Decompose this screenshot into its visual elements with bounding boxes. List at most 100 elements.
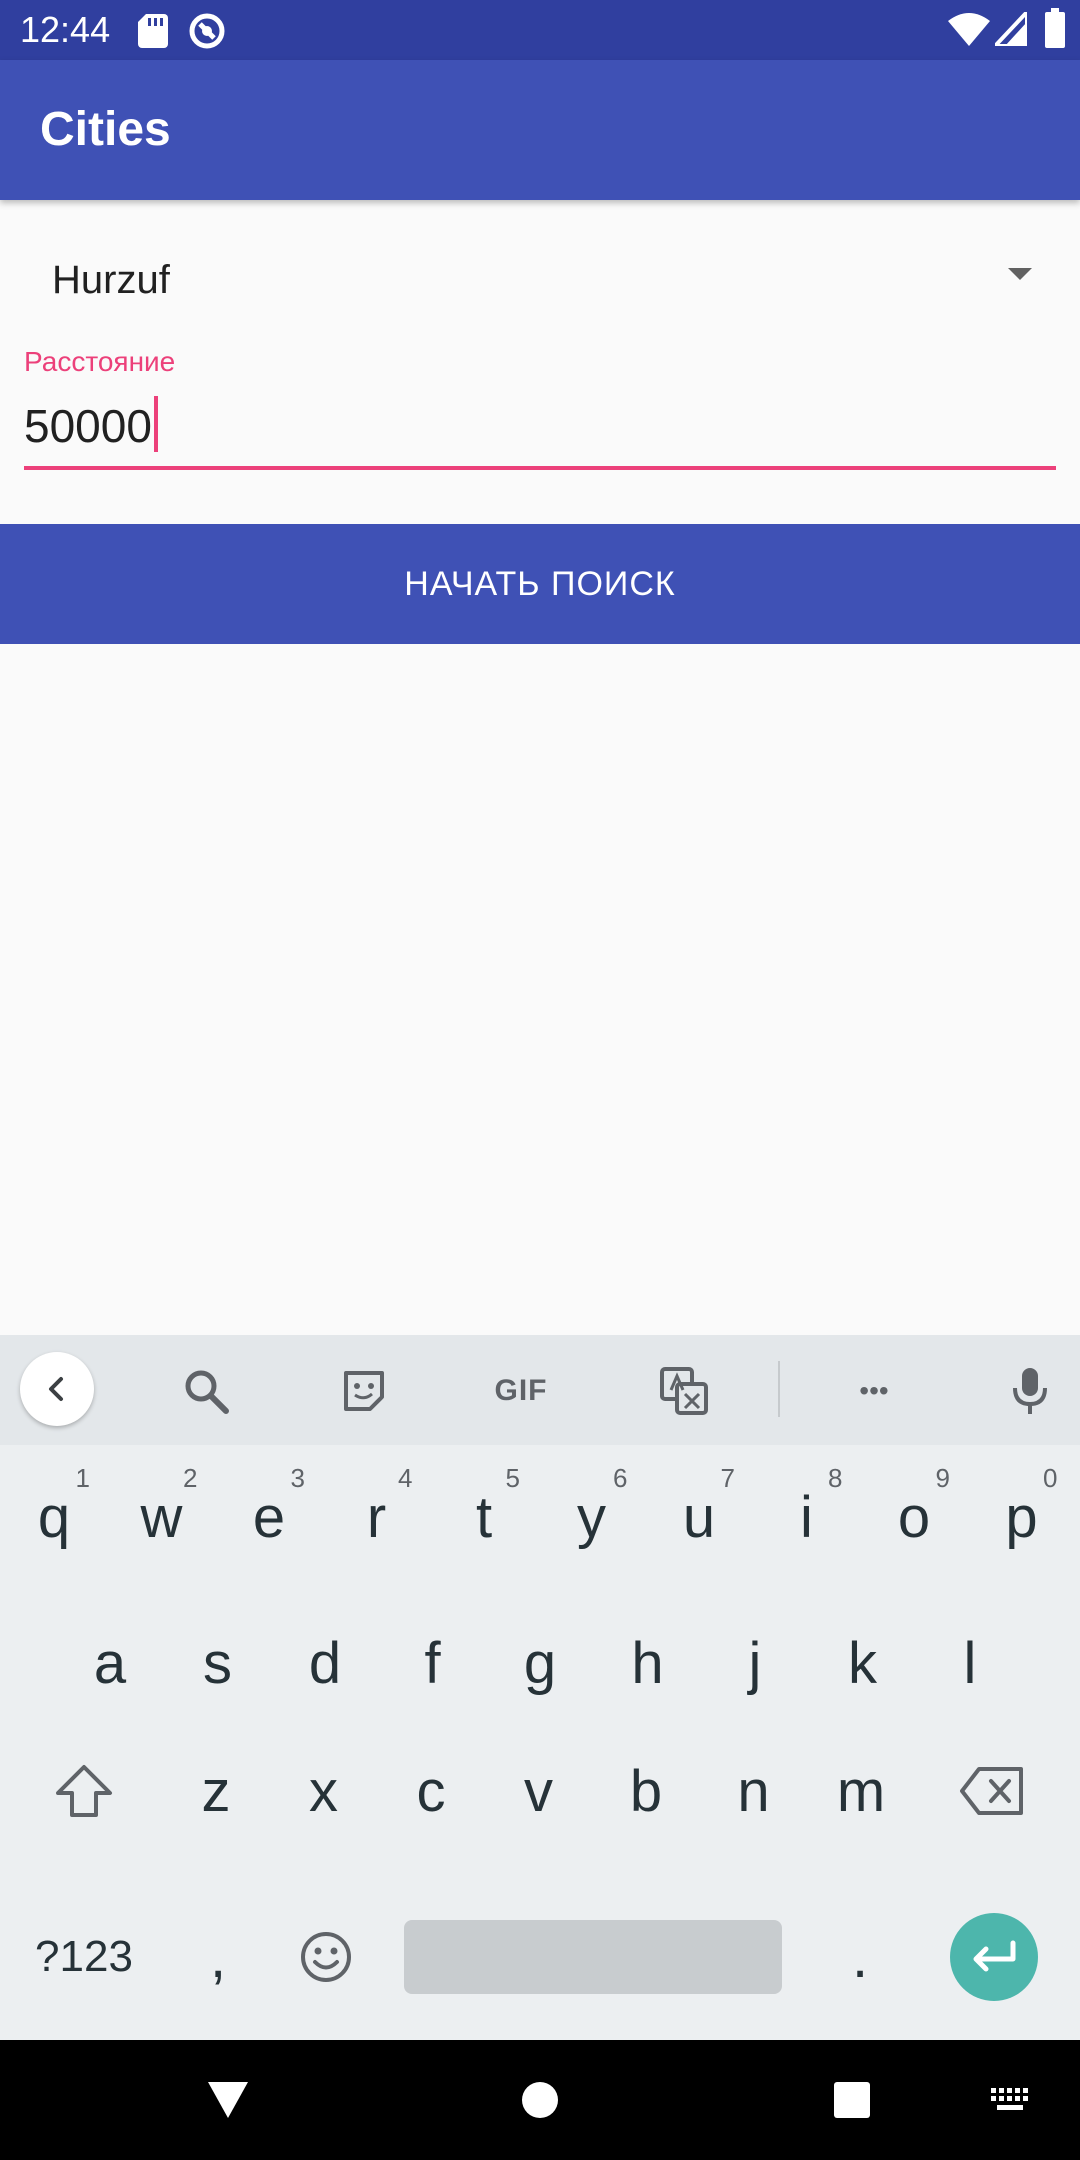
- app-title: Cities: [40, 103, 171, 156]
- soft-keyboard: GIF ••• q1w2e3r4t5y6u7i8o9p0 asdfghjkl z…: [0, 1335, 1080, 2040]
- key-x[interactable]: x: [274, 1731, 374, 1851]
- keyboard-gif-button[interactable]: GIF: [492, 1365, 550, 1417]
- distance-field-underline: [24, 466, 1056, 470]
- key-hint: 4: [398, 1463, 413, 1493]
- navigation-bar: [0, 2040, 1080, 2160]
- text-cursor: [153, 396, 158, 452]
- key-label: e: [252, 1484, 286, 1550]
- distance-field[interactable]: 50000: [24, 390, 1056, 470]
- key-k[interactable]: k: [813, 1603, 913, 1723]
- key-hint: 7: [720, 1463, 735, 1493]
- key-b[interactable]: b: [596, 1731, 696, 1851]
- status-time: 12:44: [20, 9, 111, 50]
- key-h[interactable]: h: [598, 1603, 698, 1723]
- key-hint: 5: [505, 1463, 520, 1493]
- key-s[interactable]: s: [168, 1603, 268, 1723]
- shift-key[interactable]: [34, 1731, 134, 1851]
- key-c[interactable]: c: [381, 1731, 481, 1851]
- key-g[interactable]: g: [490, 1603, 590, 1723]
- key-u[interactable]: u7: [649, 1457, 749, 1577]
- emoji-key[interactable]: [276, 1897, 376, 2017]
- sync-icon: [189, 13, 225, 49]
- key-d[interactable]: d: [275, 1603, 375, 1723]
- city-spinner-value: Hurzuf: [52, 258, 170, 302]
- key-label: o: [897, 1484, 931, 1550]
- nav-home-button[interactable]: [510, 2070, 570, 2130]
- recents-square-icon: [834, 2082, 870, 2118]
- key-label: u: [682, 1484, 716, 1550]
- enter-icon: [973, 1940, 1016, 1972]
- key-j[interactable]: j: [705, 1603, 805, 1723]
- key-hint: 1: [75, 1463, 90, 1493]
- nav-keyboard-switch-button[interactable]: [980, 2070, 1040, 2130]
- key-label: w: [140, 1484, 183, 1550]
- nav-recents-button[interactable]: [822, 2070, 882, 2130]
- key-e[interactable]: e3: [219, 1457, 319, 1577]
- distance-field-label: Расстояние: [24, 346, 176, 377]
- mic-icon: [1013, 1368, 1047, 1414]
- search-icon: [185, 1370, 229, 1414]
- key-hint: 0: [1043, 1463, 1058, 1493]
- status-bar: 12:44: [0, 0, 1080, 60]
- keyboard-sticker-button[interactable]: [338, 1365, 390, 1417]
- keyboard-back-button[interactable]: [20, 1352, 94, 1426]
- key-p[interactable]: p0: [972, 1457, 1072, 1577]
- sticker-icon: [344, 1371, 384, 1411]
- keyboard-more-button[interactable]: •••: [848, 1365, 900, 1417]
- keyboard-translate-button[interactable]: [658, 1365, 710, 1417]
- shift-icon: [56, 1765, 112, 1817]
- space-key[interactable]: [404, 1920, 782, 1994]
- wifi-icon: [948, 13, 990, 46]
- key-label: q: [37, 1484, 71, 1550]
- key-n[interactable]: n: [704, 1731, 804, 1851]
- gif-icon: GIF: [494, 1374, 548, 1407]
- toolbar-divider: [778, 1361, 780, 1417]
- key-hint: 6: [613, 1463, 628, 1493]
- emoji-icon: [301, 1932, 351, 1982]
- translate-icon: [660, 1367, 708, 1415]
- key-q[interactable]: q1: [4, 1457, 104, 1577]
- key-hint: 2: [183, 1463, 198, 1493]
- key-o[interactable]: o9: [864, 1457, 964, 1577]
- period-key[interactable]: .: [810, 1897, 910, 2017]
- key-label: i: [800, 1484, 813, 1550]
- home-circle-icon: [522, 2082, 558, 2118]
- city-spinner[interactable]: Hurzuf: [24, 238, 1056, 326]
- battery-icon: [1045, 8, 1065, 48]
- key-hint: 9: [935, 1463, 950, 1493]
- key-l[interactable]: l: [920, 1603, 1020, 1723]
- start-search-button[interactable]: НАЧАТЬ ПОИСК: [0, 524, 1080, 644]
- backspace-icon: [960, 1767, 1023, 1815]
- sd-card-icon: [138, 14, 168, 48]
- key-label: y: [577, 1484, 606, 1550]
- key-m[interactable]: m: [811, 1731, 911, 1851]
- key-a[interactable]: a: [60, 1603, 160, 1723]
- key-label: t: [475, 1484, 493, 1550]
- key-z[interactable]: z: [166, 1731, 266, 1851]
- key-w[interactable]: w2: [112, 1457, 212, 1577]
- app-bar: Cities: [0, 60, 1080, 200]
- key-t[interactable]: t5: [434, 1457, 534, 1577]
- comma-key[interactable]: ,: [168, 1897, 268, 2017]
- keyboard-search-button[interactable]: [180, 1365, 232, 1417]
- signal-icon: [995, 12, 1027, 46]
- dropdown-arrow-icon: [1008, 268, 1032, 280]
- key-i[interactable]: i8: [757, 1457, 857, 1577]
- chevron-left-icon: [49, 1377, 63, 1401]
- more-icon: •••: [859, 1375, 889, 1406]
- symbols-key[interactable]: ?123: [34, 1897, 134, 2017]
- backspace-key[interactable]: [942, 1731, 1042, 1851]
- key-hint: 3: [290, 1463, 305, 1493]
- back-triangle-icon: [208, 2082, 248, 2118]
- key-v[interactable]: v: [489, 1731, 589, 1851]
- enter-key[interactable]: [950, 1913, 1038, 2001]
- distance-field-value: 50000: [24, 400, 152, 452]
- key-r[interactable]: r4: [327, 1457, 427, 1577]
- key-label: p: [1005, 1484, 1038, 1550]
- key-f[interactable]: f: [383, 1603, 483, 1723]
- nav-back-button[interactable]: [198, 2070, 258, 2130]
- key-label: r: [366, 1484, 387, 1550]
- key-y[interactable]: y6: [542, 1457, 642, 1577]
- keyboard-voice-button[interactable]: [1004, 1365, 1056, 1417]
- keyboard-switch-icon: [991, 2088, 1028, 2110]
